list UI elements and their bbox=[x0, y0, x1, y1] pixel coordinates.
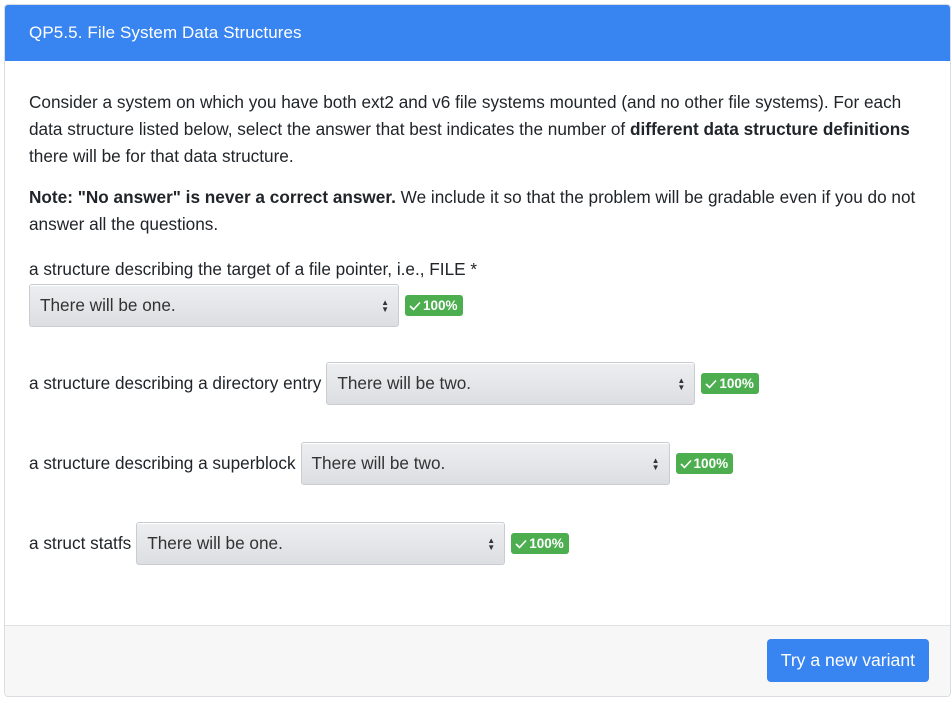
question-1-selected: There will be one. bbox=[40, 295, 176, 315]
intro-emphasis: different data structure definitions bbox=[629, 119, 910, 139]
question-4-score-badge: 100% bbox=[511, 533, 569, 554]
question-1-score: 100% bbox=[423, 298, 458, 313]
question-4-selected: There will be one. bbox=[147, 533, 283, 553]
question-card: QP5.5. File System Data Structures Consi… bbox=[4, 4, 951, 697]
select-arrows-icon: ▲ ▼ bbox=[487, 535, 496, 552]
check-icon bbox=[515, 539, 527, 549]
intro-text-end: there will be for that data structure. bbox=[29, 146, 294, 166]
check-icon bbox=[409, 301, 421, 311]
question-1-select[interactable]: There will be one. ▲ ▼ bbox=[29, 284, 399, 327]
select-arrows-icon: ▲ ▼ bbox=[381, 297, 389, 314]
question-2-label: a structure describing a directory entry bbox=[29, 373, 322, 393]
question-4-label: a struct statfs bbox=[29, 533, 132, 553]
question-4-select[interactable]: There will be one. ▲ ▼ bbox=[136, 522, 506, 565]
question-4-row: a struct statfs There will be one. ▲ ▼ 10… bbox=[29, 522, 569, 565]
note-emphasis: Note: "No answer" is never a correct ans… bbox=[29, 187, 396, 207]
question-1-score-badge: 100% bbox=[405, 295, 463, 316]
question-3-selected: There will be two. bbox=[311, 453, 446, 473]
check-icon bbox=[705, 379, 717, 389]
card-header: QP5.5. File System Data Structures bbox=[5, 5, 950, 61]
question-2-score-badge: 100% bbox=[701, 373, 759, 394]
check-icon bbox=[679, 459, 692, 469]
question-2-score: 100% bbox=[719, 376, 754, 391]
card-body: Consider a system on which you have both… bbox=[5, 61, 950, 627]
question-2-row: a structure describing a directory entry… bbox=[29, 362, 759, 405]
question-1-row: There will be one. ▲ ▼ 100% bbox=[29, 284, 926, 327]
note-paragraph: Note: "No answer" is never a correct ans… bbox=[29, 184, 926, 238]
question-1-label: a structure describing the target of a f… bbox=[29, 259, 478, 279]
question-3-select[interactable]: There will be two. ▲ ▼ bbox=[300, 442, 670, 485]
question-4-score: 100% bbox=[529, 536, 564, 551]
question-2-selected: There will be two. bbox=[337, 373, 472, 393]
question-3-label: a structure describing a superblock bbox=[29, 453, 296, 473]
intro-paragraph: Consider a system on which you have both… bbox=[29, 89, 926, 170]
select-arrows-icon: ▲ ▼ bbox=[677, 375, 686, 392]
question-2-select[interactable]: There will be two. ▲ ▼ bbox=[326, 362, 696, 405]
question-title: QP5.5. File System Data Structures bbox=[29, 23, 302, 42]
select-arrows-icon: ▲ ▼ bbox=[651, 455, 660, 472]
question-3-score: 100% bbox=[693, 456, 729, 471]
card-footer: Try a new variant bbox=[5, 625, 950, 696]
question-3-row: a structure describing a superblock Ther… bbox=[29, 442, 734, 485]
question-3-score-badge: 100% bbox=[675, 453, 734, 474]
try-new-variant-button[interactable]: Try a new variant bbox=[766, 639, 929, 682]
